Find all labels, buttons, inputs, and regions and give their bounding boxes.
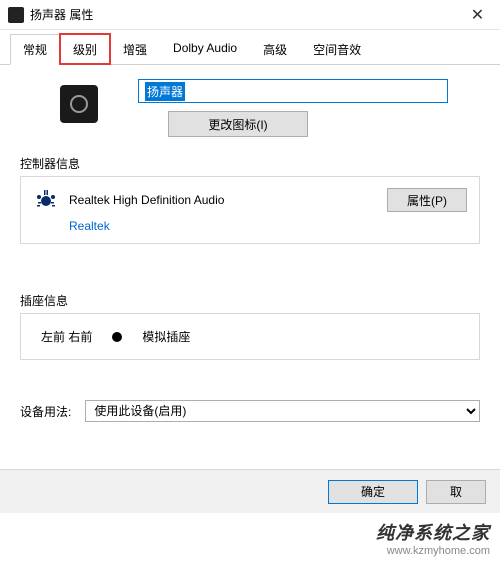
tab-strip: 常规 级别 增强 Dolby Audio 高级 空间音效 <box>0 30 500 65</box>
controller-groupbox: Realtek High Definition Audio 属性(P) Real… <box>20 176 480 244</box>
jack-position: 左前 右前 <box>41 328 92 345</box>
device-usage-label: 设备用法: <box>20 403 71 420</box>
watermark-url: www.kzmyhome.com <box>376 545 490 557</box>
tab-dolby-audio[interactable]: Dolby Audio <box>160 34 250 64</box>
close-button[interactable]: ✕ <box>455 0 500 30</box>
jack-color-dot <box>112 332 122 342</box>
device-usage-select[interactable]: 使用此设备(启用) <box>85 400 480 422</box>
tab-content-general: 扬声器 更改图标(I) 控制器信息 Realtek High Definitio… <box>0 65 500 422</box>
jack-group-label: 插座信息 <box>20 292 480 309</box>
change-icon-button[interactable]: 更改图标(I) <box>168 111 308 137</box>
tab-levels[interactable]: 级别 <box>60 34 110 64</box>
tab-general[interactable]: 常规 <box>10 34 60 65</box>
titlebar: 扬声器 属性 ✕ <box>0 0 500 30</box>
tab-spatial-sound[interactable]: 空间音效 <box>300 34 374 64</box>
cancel-button[interactable]: 取 <box>426 480 486 504</box>
tab-enhancements[interactable]: 增强 <box>110 34 160 64</box>
jack-groupbox: 左前 右前 模拟插座 <box>20 313 480 360</box>
ok-button[interactable]: 确定 <box>328 480 418 504</box>
speaker-icon <box>60 85 98 123</box>
app-icon <box>8 7 24 23</box>
device-usage-row: 设备用法: 使用此设备(启用) <box>20 400 480 422</box>
controller-group-label: 控制器信息 <box>20 155 480 172</box>
controller-properties-button[interactable]: 属性(P) <box>387 188 467 212</box>
tab-advanced[interactable]: 高级 <box>250 34 300 64</box>
watermark-text: 纯净系统之家 <box>376 519 490 545</box>
window-title: 扬声器 属性 <box>30 6 455 23</box>
controller-name: Realtek High Definition Audio <box>69 193 377 207</box>
controller-vendor-link[interactable]: Realtek <box>69 219 467 233</box>
device-name-input[interactable]: 扬声器 <box>138 79 448 103</box>
jack-type: 模拟插座 <box>142 328 190 345</box>
device-row: 扬声器 更改图标(I) <box>20 79 480 137</box>
realtek-crab-icon <box>33 187 59 213</box>
watermark: 纯净系统之家 www.kzmyhome.com <box>376 519 490 557</box>
dialog-footer: 确定 取 <box>0 469 500 513</box>
